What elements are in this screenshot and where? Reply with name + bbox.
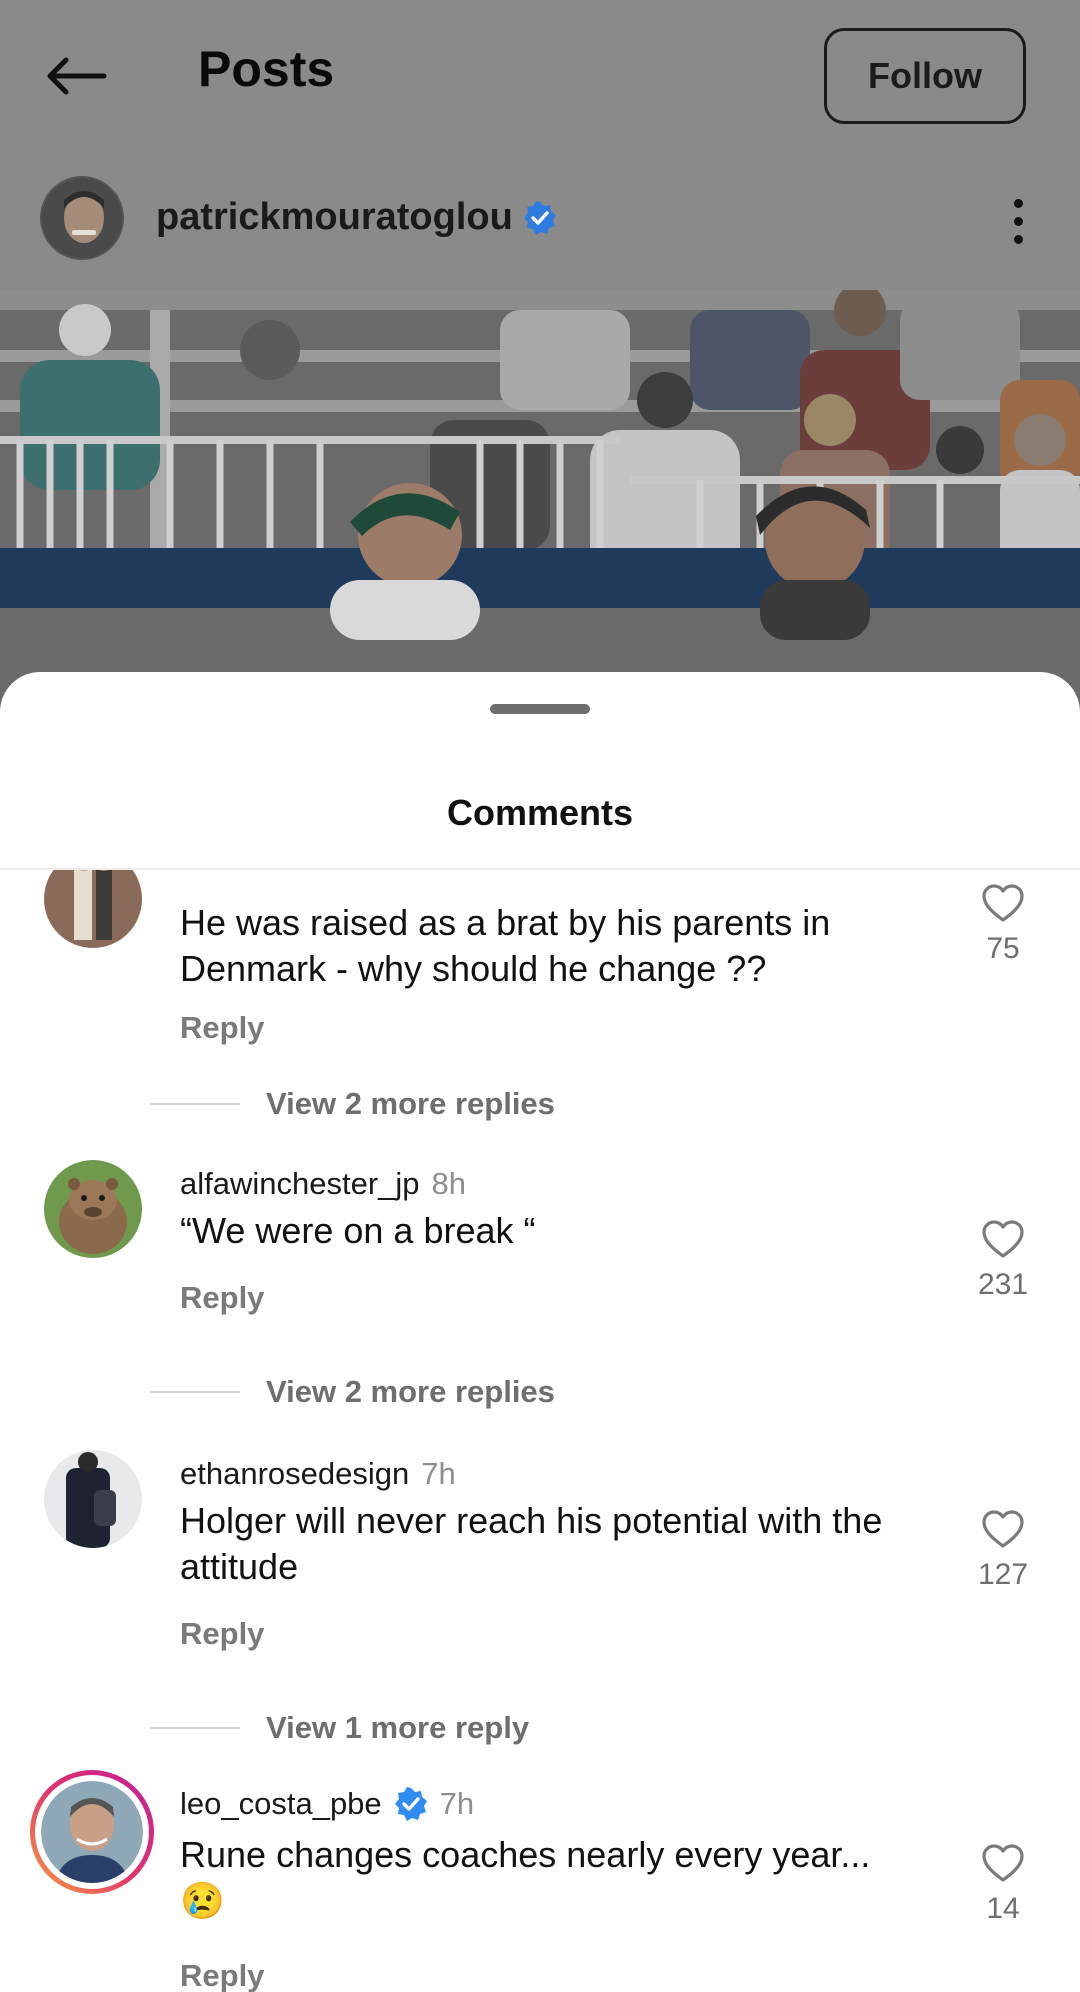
avatar-image	[44, 1160, 142, 1258]
top-bar: Posts Follow	[0, 0, 1080, 160]
more-vertical-icon	[1013, 198, 1023, 208]
comment-meta: leo_costa_pbe 7h	[180, 1786, 474, 1822]
heart-icon	[982, 1220, 1024, 1258]
avatar-ring-gap	[35, 1775, 149, 1889]
like-count: 14	[986, 1892, 1020, 1925]
comment-text: “We were on a break “	[180, 1210, 536, 1251]
heart-icon	[982, 884, 1024, 922]
reply-button[interactable]: Reply	[180, 1010, 264, 1046]
reply-button[interactable]: Reply	[180, 1958, 264, 1992]
like-count: 231	[977, 1268, 1029, 1301]
heart-icon	[982, 1844, 1024, 1882]
thread-line	[150, 1103, 240, 1105]
verified-badge-icon	[523, 200, 556, 235]
comment-time: 7h	[439, 1786, 475, 1821]
like-count: 127	[977, 1558, 1029, 1591]
arrow-left-icon	[47, 57, 107, 95]
thread-line	[150, 1391, 240, 1393]
post-screen: Posts Follow patrickmouratoglou	[0, 0, 1080, 720]
comment-username[interactable]: alfawinchester_jp	[180, 1166, 420, 1202]
like-count: 75	[986, 932, 1020, 965]
comment-text: Rune changes coaches nearly every year..…	[180, 1832, 900, 1924]
comment-text: He was raised as a brat by his parents i…	[180, 902, 831, 989]
page-title: Posts	[198, 41, 335, 97]
post-header: patrickmouratoglou	[0, 160, 1080, 290]
comment-text: Holger will never reach his potential wi…	[180, 1500, 883, 1587]
like-button[interactable]: 14	[960, 1844, 1046, 1926]
comment-meta: alfawinchester_jp 8h	[180, 1166, 466, 1202]
more-options-button[interactable]	[990, 186, 1046, 256]
comment-username[interactable]: ethanrosedesign	[180, 1456, 409, 1492]
like-button[interactable]: 231	[960, 1220, 1046, 1302]
avatar-image	[41, 1781, 143, 1883]
avatar-image	[42, 178, 122, 258]
like-button[interactable]: 127	[960, 1510, 1046, 1592]
crying-emoji: 😢	[180, 1880, 225, 1921]
back-button[interactable]	[40, 40, 112, 112]
comments-sheet: Comments He was raised as a brat by his …	[0, 672, 1080, 1992]
like-button[interactable]: 75	[960, 884, 1046, 966]
avatar[interactable]	[44, 870, 142, 948]
comments-list[interactable]: He was raised as a brat by his parents i…	[0, 870, 1080, 1992]
view-more-replies[interactable]: View 1 more reply	[150, 1710, 529, 1746]
avatar[interactable]	[44, 1160, 142, 1258]
reply-button[interactable]: Reply	[180, 1280, 264, 1316]
comment-username[interactable]: leo_costa_pbe	[180, 1786, 382, 1822]
reply-button[interactable]: Reply	[180, 1616, 264, 1652]
post-username[interactable]: patrickmouratoglou	[156, 196, 513, 239]
verified-badge-icon	[394, 1787, 427, 1821]
view-more-replies-label: View 2 more replies	[266, 1374, 555, 1409]
more-vertical-icon-dot	[1013, 234, 1023, 244]
comment-time: 8h	[431, 1166, 467, 1201]
view-more-replies-label: View 1 more reply	[266, 1710, 530, 1745]
comment-time: 7h	[421, 1456, 456, 1491]
drag-handle[interactable]	[490, 704, 590, 714]
avatar-image	[44, 870, 142, 948]
thread-line	[150, 1727, 240, 1729]
view-more-replies-label: View 2 more replies	[266, 1086, 555, 1121]
post-photo[interactable]	[0, 290, 1080, 720]
avatar-story-ring[interactable]	[30, 1770, 154, 1894]
more-vertical-icon-dot	[1013, 216, 1023, 226]
comment-text-content: Rune changes coaches nearly every year..…	[180, 1834, 871, 1875]
post-author-name[interactable]: patrickmouratoglou	[156, 196, 557, 239]
follow-button[interactable]: Follow	[824, 28, 1026, 124]
heart-icon	[982, 1510, 1024, 1548]
avatar-image	[44, 1450, 142, 1548]
view-more-replies[interactable]: View 2 more replies	[150, 1086, 555, 1122]
post-author-avatar[interactable]	[40, 176, 124, 260]
sheet-title: Comments	[446, 792, 634, 833]
avatar[interactable]	[44, 1450, 142, 1548]
view-more-replies[interactable]: View 2 more replies	[150, 1374, 555, 1410]
comment-meta: ethanrosedesign 7h	[180, 1456, 456, 1492]
post-photo-image	[0, 290, 1080, 720]
